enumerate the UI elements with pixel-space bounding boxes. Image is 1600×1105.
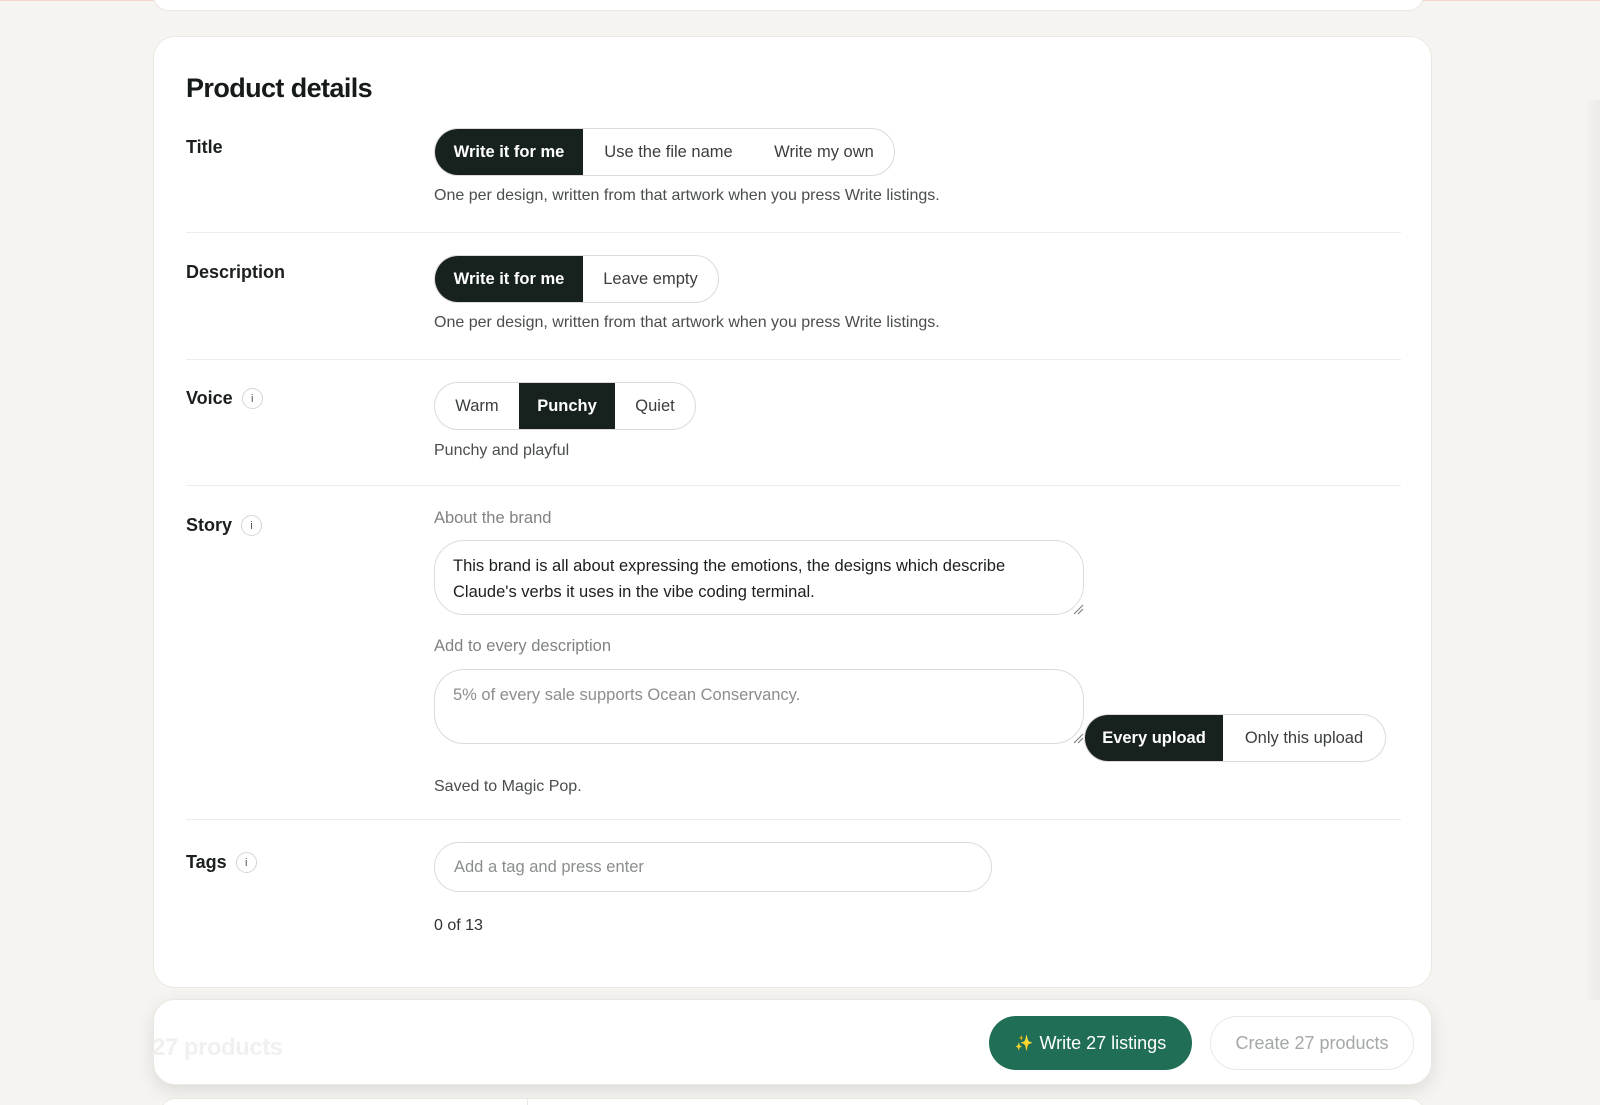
description-mode-segmented: Write it for me Leave empty — [434, 255, 719, 303]
action-bar: 27 products ✨ Write 27 listings Create 2… — [152, 999, 1432, 1085]
story-saved-note: Saved to Magic Pop. — [434, 778, 582, 795]
add-to-description-label: Add to every description — [434, 637, 612, 655]
story-scope-segmented: Every upload Only this upload — [1084, 714, 1386, 762]
description-row-label: Description — [186, 262, 285, 283]
divider — [186, 359, 1401, 360]
voice-row-label: Voice i — [186, 388, 263, 409]
voice-hint: Punchy and playful — [434, 442, 570, 459]
voice-label-text: Voice — [186, 388, 233, 408]
create-products-button[interactable]: Create 27 products — [1210, 1016, 1414, 1070]
product-details-card: Product details Title Write it for me Us… — [153, 36, 1432, 988]
title-option-write-for-me[interactable]: Write it for me — [435, 129, 583, 175]
divider — [186, 819, 1401, 820]
tag-count: 0 of 13 — [434, 917, 483, 934]
previous-section-card — [153, 0, 1424, 11]
side-panel-shadow — [1584, 100, 1600, 1000]
about-brand-textarea[interactable]: This brand is all about expressing the e… — [434, 540, 1084, 615]
title-option-write-own[interactable]: Write my own — [754, 129, 894, 175]
next-section-card — [160, 1098, 1425, 1105]
section-title: Product details — [186, 73, 373, 103]
title-option-file-name[interactable]: Use the file name — [583, 129, 754, 175]
tags-row-label: Tags i — [186, 852, 257, 873]
tags-label-text: Tags — [186, 852, 227, 872]
title-hint: One per design, written from that artwor… — [434, 187, 940, 204]
ghost-product-count: 27 products — [152, 1034, 283, 1061]
voice-option-warm[interactable]: Warm — [435, 383, 519, 429]
voice-option-quiet[interactable]: Quiet — [615, 383, 695, 429]
voice-segmented: Warm Punchy Quiet — [434, 382, 696, 430]
voice-option-punchy[interactable]: Punchy — [519, 383, 615, 429]
title-mode-segmented: Write it for me Use the file name Write … — [434, 128, 895, 176]
title-row-label: Title — [186, 137, 223, 158]
description-label-text: Description — [186, 262, 286, 282]
tags-info-icon[interactable]: i — [235, 852, 257, 873]
description-hint: One per design, written from that artwor… — [434, 314, 940, 331]
story-row-label: Story i — [186, 515, 263, 536]
write-listings-button[interactable]: ✨ Write 27 listings — [989, 1016, 1192, 1070]
title-label-text: Title — [186, 137, 223, 157]
sparkle-icon: ✨ — [1014, 1035, 1034, 1052]
tag-input[interactable] — [434, 842, 992, 892]
column-divider — [527, 1099, 528, 1105]
about-brand-label: About the brand — [434, 509, 552, 527]
divider — [186, 232, 1401, 233]
story-label-text: Story — [186, 515, 233, 535]
write-listings-label: Write 27 listings — [1039, 1032, 1167, 1053]
description-option-leave-empty[interactable]: Leave empty — [583, 256, 718, 302]
scope-option-every-upload[interactable]: Every upload — [1085, 715, 1223, 761]
scope-option-only-this-upload[interactable]: Only this upload — [1223, 715, 1385, 761]
description-option-write-for-me[interactable]: Write it for me — [435, 256, 583, 302]
divider — [186, 485, 1401, 486]
add-to-description-textarea[interactable] — [434, 669, 1084, 744]
story-info-icon[interactable]: i — [241, 515, 263, 536]
voice-info-icon[interactable]: i — [241, 388, 263, 409]
